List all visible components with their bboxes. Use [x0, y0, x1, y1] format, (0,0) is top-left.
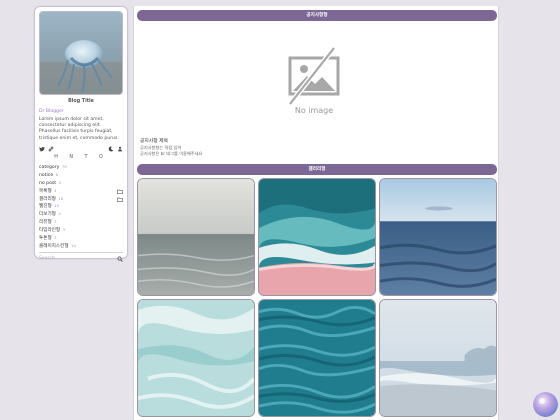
category-count: 4 — [54, 187, 57, 193]
twitter-icon[interactable] — [39, 146, 45, 152]
category-label: notice — [39, 172, 54, 178]
category-label: 더보기형 — [39, 212, 56, 218]
gallery-image — [380, 300, 496, 416]
notice-section-header: 공지사항형 — [137, 10, 497, 21]
notice-post-desc: 공지사항형는 직접 입력 공지사항은 br 태그를 이용해주세요 — [140, 145, 202, 157]
floating-avatar-button[interactable] — [533, 392, 558, 417]
no-image-placeholder[interactable]: No image — [274, 44, 354, 120]
category-item[interactable]: 웹진형 10 — [39, 203, 123, 211]
category-label: category — [39, 165, 60, 171]
hnto-label: H N T O — [54, 155, 108, 161]
no-image-text: No image — [294, 106, 334, 115]
category-count: 6 — [55, 171, 59, 177]
category-label: 콜레이지스킨형 — [39, 243, 69, 249]
category-label: no post — [39, 180, 57, 186]
blogger-name[interactable]: Dr Blogger — [39, 108, 123, 115]
notice-desc-line: 공지사항은 br 태그를 이용해주세요 — [140, 151, 203, 157]
category-count: 10 — [54, 203, 59, 209]
gallery-tile[interactable] — [379, 178, 497, 296]
category-label: 목록형 — [39, 188, 52, 194]
category-list: category 79 notice 6 no post 0 목록형 4 갤러리… — [39, 164, 123, 251]
category-item[interactable]: 더보기형 4 — [39, 211, 123, 219]
icon-row — [39, 145, 123, 152]
category-count: 4 — [58, 211, 61, 217]
category-count: 3 — [54, 235, 57, 241]
category-item[interactable]: 타임라인형 3 — [39, 227, 123, 235]
gallery-tile[interactable] — [137, 299, 255, 417]
category-label: 타임라인형 — [39, 228, 61, 234]
category-label: 투톤형 — [39, 236, 52, 242]
blog-title: Blog Title — [68, 99, 94, 104]
category-item[interactable]: 갤러리형 16 — [39, 195, 123, 203]
gallery-tile[interactable] — [258, 299, 376, 417]
gallery-image — [259, 179, 375, 295]
category-item[interactable]: 리뷰형 3 — [39, 219, 123, 227]
category-count: 3 — [62, 227, 66, 233]
category-label: 갤러리형 — [39, 196, 56, 202]
category-item[interactable]: 목록형 4 — [39, 187, 123, 195]
folder-icon[interactable] — [117, 197, 123, 202]
search-icon[interactable] — [117, 256, 123, 262]
category-label: 리뷰형 — [39, 220, 52, 226]
category-label: 웹진형 — [39, 204, 52, 210]
gallery-image — [259, 300, 375, 416]
gallery-tile[interactable] — [379, 299, 497, 417]
category-count: 3 — [54, 219, 57, 225]
category-count: 0 — [58, 179, 61, 185]
no-image-icon — [288, 46, 340, 106]
category-item[interactable]: 투톤형 3 — [39, 235, 123, 243]
gallery-image — [138, 179, 254, 295]
search-bar[interactable]: Search — [39, 252, 123, 262]
category-item[interactable]: notice 6 — [39, 172, 123, 180]
category-item[interactable]: no post 0 — [39, 179, 123, 187]
category-count: 79 — [61, 164, 67, 170]
gallery-image — [138, 300, 254, 416]
category-item[interactable]: 콜레이지스킨형 10 — [39, 243, 123, 251]
notice-post-title[interactable]: 공지사항 제목 — [140, 137, 168, 144]
category-count: 10 — [71, 242, 76, 248]
main-content: 공지사항형 No image 공지사항 제목 공지사항형는 직접 입력 공지사항… — [133, 6, 499, 420]
gallery-tile[interactable] — [137, 178, 255, 296]
orb-icon — [533, 392, 558, 417]
link-icon[interactable] — [48, 146, 54, 152]
folder-icon[interactable] — [117, 189, 123, 194]
gallery-section-header: 갤러리형 — [137, 164, 497, 175]
search-input[interactable]: Search — [39, 255, 55, 262]
profile-image — [39, 11, 123, 95]
category-count: 16 — [58, 195, 64, 201]
sidebar: Blog Title Dr Blogger Lorem ipsum dolor … — [34, 6, 128, 262]
gallery-image — [380, 179, 496, 295]
gallery-tile[interactable] — [258, 178, 376, 296]
category-item[interactable]: category 79 — [39, 164, 123, 172]
person-icon[interactable] — [117, 146, 123, 152]
blog-description: Lorem ipsum dolor sit amet, consectetur … — [39, 116, 119, 141]
moon-icon[interactable] — [108, 146, 114, 152]
